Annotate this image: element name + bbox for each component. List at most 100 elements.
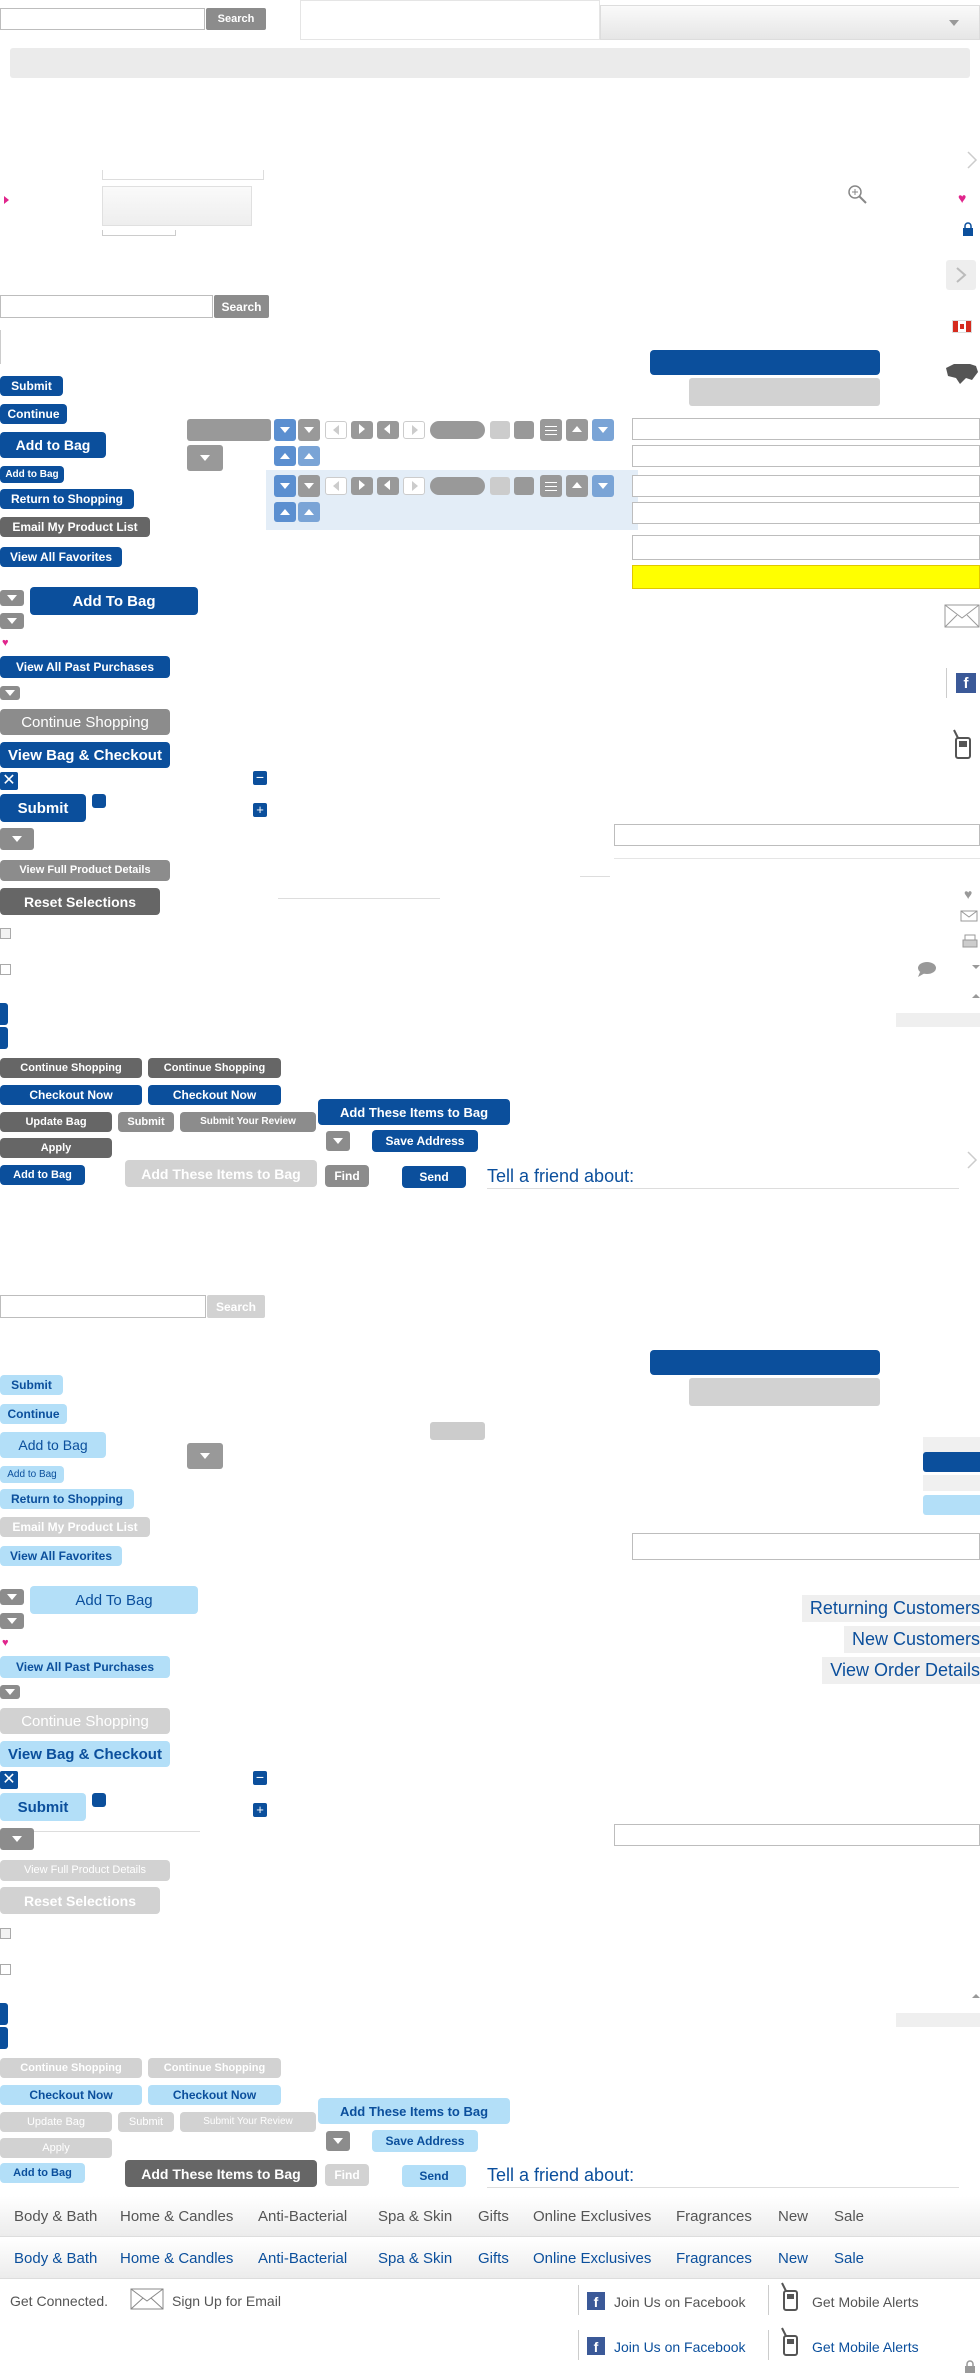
checkbox[interactable] (0, 964, 11, 975)
small-square-button[interactable] (92, 1793, 106, 1807)
nav-item[interactable]: Online Exclusives (533, 2208, 651, 2225)
scroll-down-button[interactable] (592, 475, 614, 497)
facebook-icon[interactable]: f (587, 2337, 605, 2355)
add-to-bag-button[interactable]: Add to Bag (0, 432, 106, 458)
find-button[interactable]: Find (325, 1165, 369, 1187)
scroll-up-button[interactable] (274, 446, 296, 466)
side-tab[interactable] (0, 1027, 8, 1049)
nav-item[interactable]: Body & Bath (14, 2250, 97, 2267)
submit-button[interactable]: Submit (0, 376, 63, 396)
nav-item[interactable]: Anti-Bacterial (258, 2208, 347, 2225)
continue-shopping-small-button[interactable]: Continue Shopping (148, 1058, 281, 1078)
chevron-up-icon[interactable] (972, 1994, 980, 1998)
plus-icon[interactable]: + (253, 1803, 267, 1817)
email-product-list-button[interactable]: Email My Product List (0, 517, 150, 537)
text-field[interactable] (632, 1533, 980, 1560)
heart-outline-icon[interactable]: ♥ (964, 886, 972, 902)
nav-item[interactable]: Home & Candles (120, 2208, 233, 2225)
printer-icon[interactable] (962, 934, 978, 950)
facebook-icon[interactable]: f (587, 2292, 605, 2310)
continue-shopping-button[interactable]: Continue Shopping (0, 1708, 170, 1734)
close-icon[interactable]: ✕ (0, 1771, 18, 1789)
prev-page-button[interactable] (325, 477, 347, 495)
add-these-items-disabled-button[interactable]: Add These Items to Bag (125, 1160, 317, 1187)
mobile-phone-icon[interactable] (776, 2327, 802, 2357)
tab-view-order-details[interactable]: View Order Details (822, 1657, 980, 1684)
blue-tab[interactable] (923, 1452, 980, 1472)
gray-bar-button[interactable] (689, 1378, 880, 1406)
view-past-purchases-button[interactable]: View All Past Purchases (0, 656, 170, 678)
page-block[interactable] (514, 477, 534, 495)
dropdown-toggle[interactable] (0, 828, 34, 850)
heart-icon[interactable]: ♥ (2, 1637, 9, 1649)
return-to-shopping-button[interactable]: Return to Shopping (0, 489, 134, 509)
send-button[interactable]: Send (402, 2165, 466, 2187)
next-page-button[interactable] (403, 477, 425, 495)
dropdown-toggle[interactable] (187, 1443, 223, 1469)
continue-shopping-small-button[interactable]: Continue Shopping (0, 2058, 142, 2078)
save-address-button[interactable]: Save Address (372, 1130, 478, 1152)
nav-item[interactable]: New (778, 2208, 808, 2225)
text-field[interactable] (614, 1824, 980, 1846)
tab-new-customers[interactable]: New Customers (843, 1626, 980, 1653)
checkbox[interactable] (0, 1928, 11, 1939)
text-field[interactable] (632, 475, 980, 497)
heart-icon[interactable]: ♥ (958, 190, 966, 206)
checkout-now-button[interactable]: Checkout Now (0, 1085, 142, 1105)
menu-icon[interactable] (540, 475, 562, 497)
nav-item[interactable]: Spa & Skin (378, 2208, 452, 2225)
nav-item[interactable]: Spa & Skin (378, 2250, 452, 2267)
nav-item[interactable]: New (778, 2250, 808, 2267)
add-these-items-button[interactable]: Add These Items to Bag (318, 2098, 510, 2124)
search-button[interactable]: Search (214, 295, 269, 318)
view-full-details-button[interactable]: View Full Product Details (0, 860, 170, 881)
dropdown-toggle[interactable] (0, 590, 24, 606)
view-all-favorites-button[interactable]: View All Favorites (0, 1546, 122, 1566)
reset-selections-button[interactable]: Reset Selections (0, 888, 160, 915)
dropdown-toggle[interactable] (0, 686, 20, 700)
scroll-up-button[interactable] (298, 446, 320, 466)
canada-flag-icon[interactable] (952, 320, 972, 333)
view-bag-checkout-button[interactable]: View Bag & Checkout (0, 742, 170, 768)
scroll-down-button[interactable] (592, 419, 614, 441)
view-past-purchases-button[interactable]: View All Past Purchases (0, 1656, 170, 1678)
return-to-shopping-button[interactable]: Return to Shopping (0, 1489, 134, 1509)
dropdown-toggle[interactable] (298, 419, 320, 441)
prev-page-button[interactable] (377, 477, 399, 495)
nav-item[interactable]: Online Exclusives (533, 2250, 651, 2267)
scroll-up-button[interactable] (566, 419, 588, 441)
dropdown-toggle[interactable] (298, 475, 320, 497)
continue-shopping-small-button[interactable]: Continue Shopping (148, 2058, 281, 2078)
update-bag-button[interactable]: Update Bag (0, 1112, 112, 1132)
submit-small-button[interactable]: Submit (118, 2112, 174, 2132)
add-to-bag-small-button[interactable]: Add to Bag (0, 2163, 85, 2183)
dropdown-toggle[interactable] (0, 1685, 20, 1699)
submit-review-button[interactable]: Submit Your Review (180, 2112, 316, 2132)
nav-item[interactable]: Fragrances (676, 2250, 752, 2267)
dropdown-toggle[interactable] (0, 1589, 24, 1605)
dropdown-toggle[interactable] (0, 1828, 34, 1850)
apply-button[interactable]: Apply (0, 2138, 112, 2158)
view-all-favorites-button[interactable]: View All Favorites (0, 547, 122, 567)
side-tab[interactable] (0, 2027, 8, 2049)
nav-item[interactable]: Gifts (478, 2250, 509, 2267)
nav-item[interactable]: Body & Bath (14, 2208, 97, 2225)
add-to-bag-button[interactable]: Add to Bag (0, 1432, 106, 1458)
scroll-up-button[interactable] (298, 502, 320, 522)
add-to-bag-large-button[interactable]: Add To Bag (30, 1586, 198, 1614)
reset-selections-button[interactable]: Reset Selections (0, 1887, 160, 1914)
dropdown-toggle[interactable] (274, 419, 296, 441)
scroll-up-button[interactable] (566, 475, 588, 497)
chevron-right-icon[interactable] (966, 150, 978, 170)
heart-icon[interactable]: ♥ (2, 637, 9, 649)
search-input[interactable] (0, 295, 213, 318)
email-icon[interactable] (960, 910, 978, 922)
continue-button[interactable]: Continue (0, 404, 67, 424)
add-to-bag-small-button[interactable]: Add to Bag (0, 466, 64, 483)
header-search-button[interactable]: Search (206, 8, 266, 30)
facebook-link[interactable]: Join Us on Facebook (614, 2339, 746, 2355)
find-button[interactable]: Find (325, 2164, 369, 2186)
checkbox[interactable] (0, 1964, 11, 1975)
continue-shopping-small-button[interactable]: Continue Shopping (0, 1058, 142, 1078)
nav-item[interactable]: Home & Candles (120, 2250, 233, 2267)
